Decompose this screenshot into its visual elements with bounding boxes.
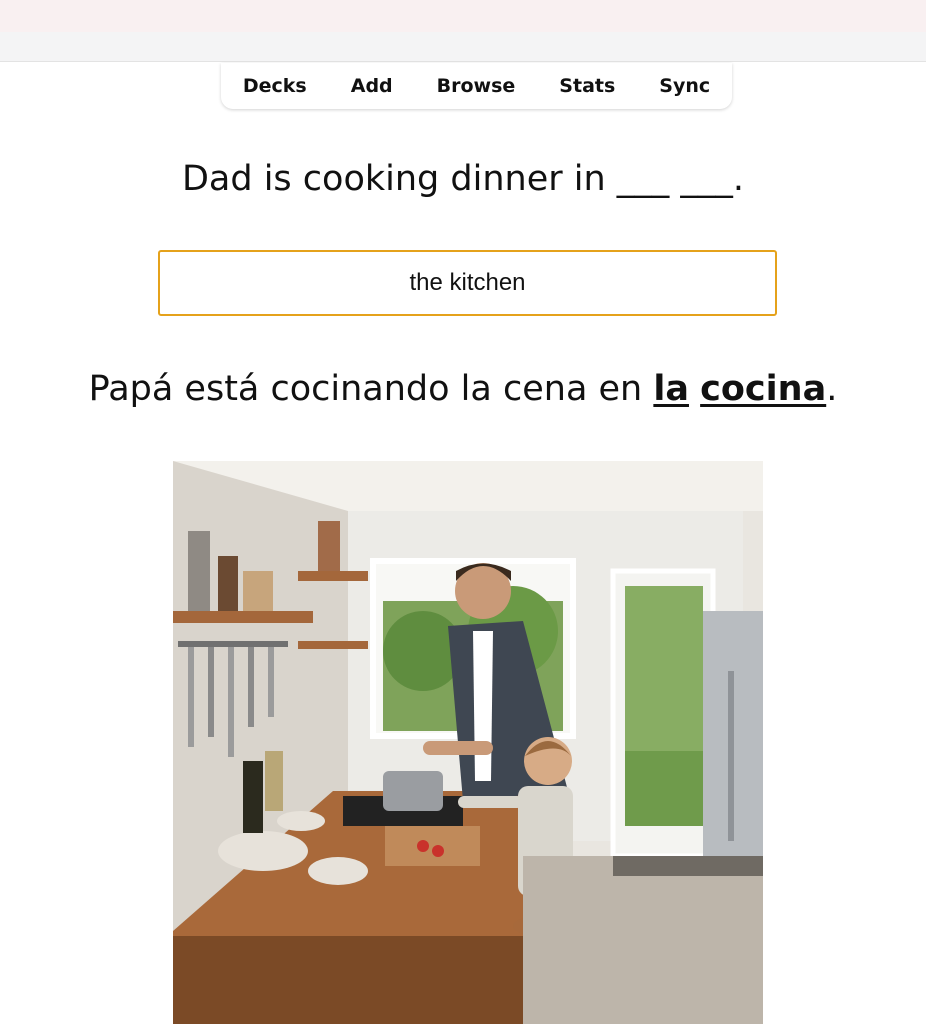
nav-add[interactable]: Add xyxy=(329,63,415,109)
top-nav: Decks Add Browse Stats Sync xyxy=(221,63,732,109)
nav-stats[interactable]: Stats xyxy=(537,63,637,109)
card-image xyxy=(173,461,763,1024)
nav-decks[interactable]: Decks xyxy=(221,63,329,109)
card-question: Dad is cooking dinner in ___ ___. xyxy=(181,159,745,199)
nav-browse[interactable]: Browse xyxy=(415,63,538,109)
toolbar-strip xyxy=(0,32,926,62)
translation-text: Papá está cocinando la cena en xyxy=(88,369,654,409)
highlight-word-cocina: cocina xyxy=(700,369,827,409)
highlight-word-la: la xyxy=(653,369,689,409)
card-translation: Papá está cocinando la cena en la cocina… xyxy=(0,366,926,412)
kitchen-scene-image xyxy=(173,461,763,1024)
typed-answer-field[interactable]: the kitchen xyxy=(158,250,777,316)
translation-period: . xyxy=(826,369,838,409)
window-titlebar xyxy=(0,0,926,32)
nav-sync[interactable]: Sync xyxy=(637,63,732,109)
